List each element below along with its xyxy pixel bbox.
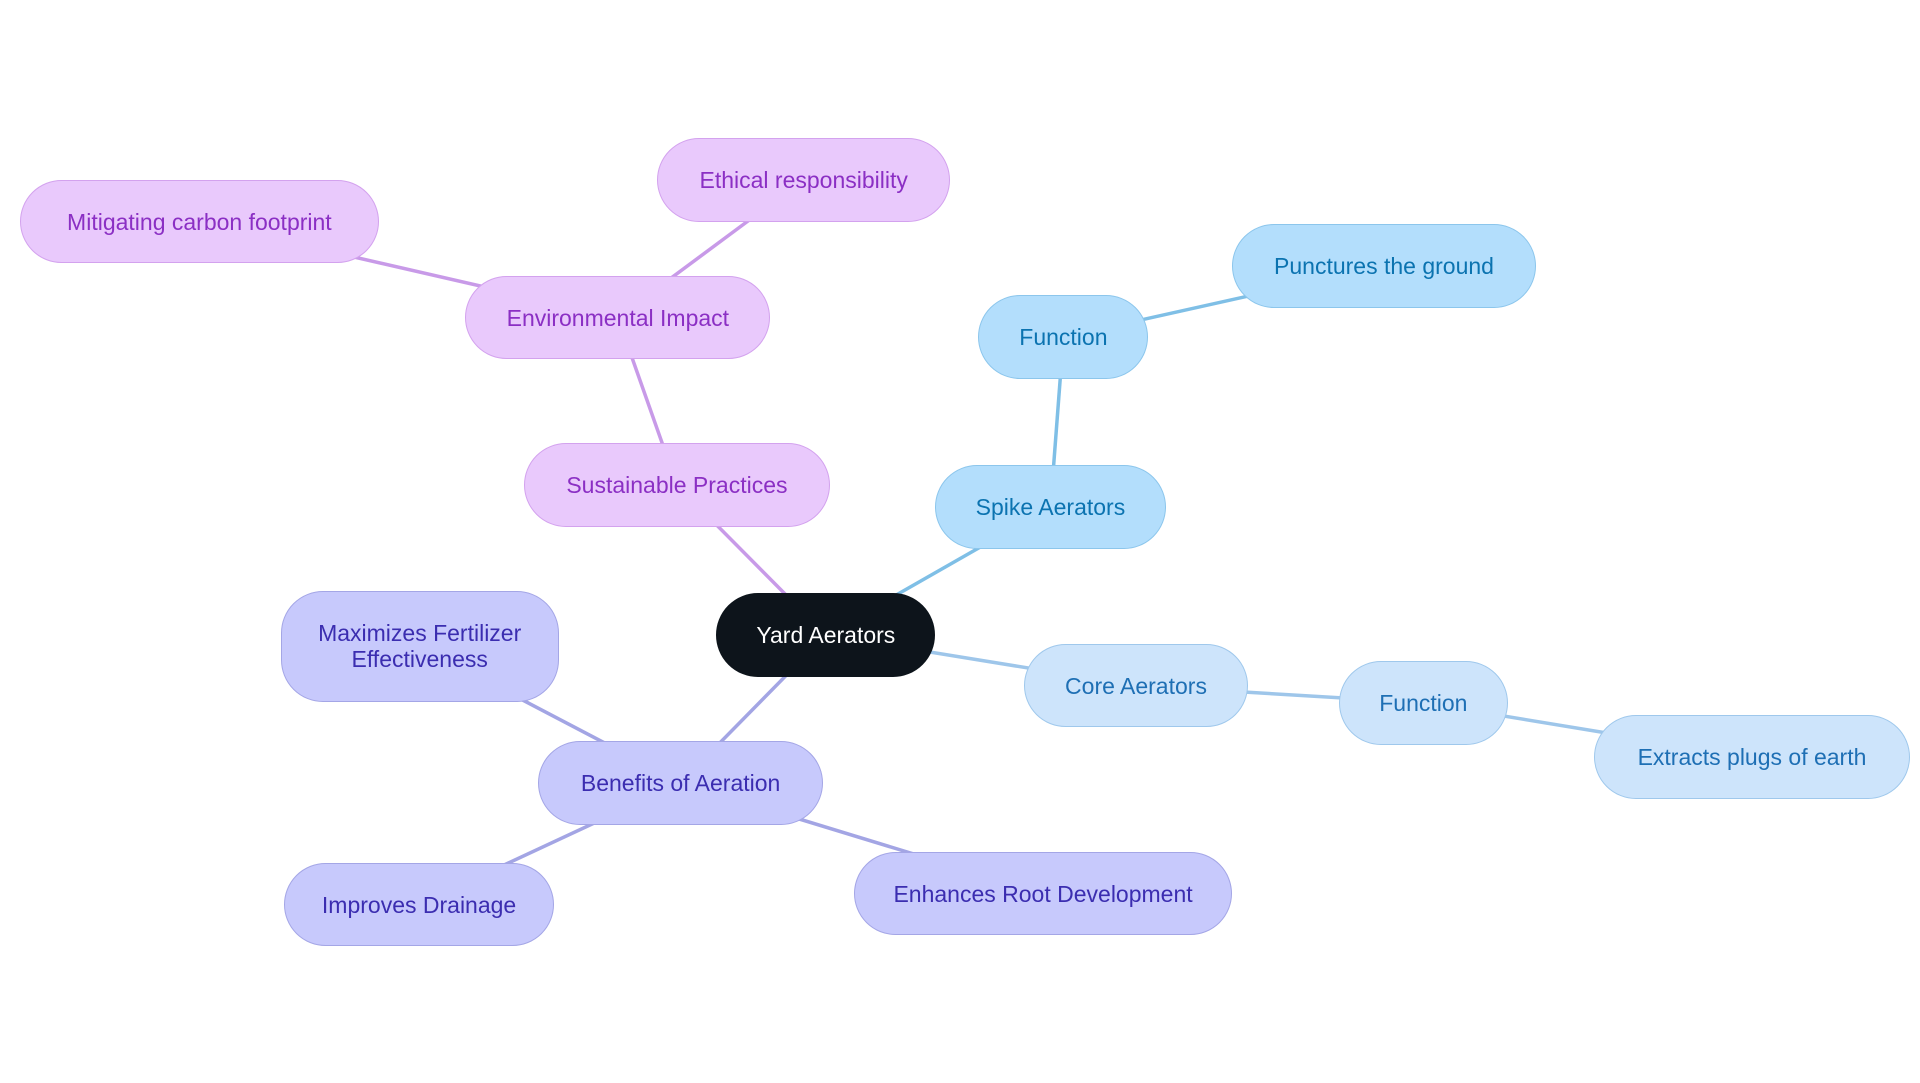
node-environmental-impact[interactable]: Environmental Impact bbox=[465, 275, 771, 360]
node-enhances-root-development[interactable]: Enhances Root Development bbox=[854, 851, 1232, 936]
node-spike-function[interactable]: Function bbox=[978, 295, 1149, 380]
node-improves-drainage[interactable]: Improves Drainage bbox=[284, 862, 554, 947]
node-extracts-plugs[interactable]: Extracts plugs of earth bbox=[1593, 715, 1911, 799]
node-core-function[interactable]: Function bbox=[1339, 660, 1508, 745]
node-spike-aerators[interactable]: Spike Aerators bbox=[935, 465, 1166, 549]
node-yard-aerators[interactable]: Yard Aerators bbox=[716, 593, 936, 677]
node-ethical-responsibility[interactable]: Ethical responsibility bbox=[657, 137, 951, 222]
node-benefits-of-aeration[interactable]: Benefits of Aeration bbox=[537, 740, 824, 825]
node-mitigating-carbon[interactable]: Mitigating carbon footprint bbox=[19, 179, 380, 264]
node-core-aerators[interactable]: Core Aerators bbox=[1024, 643, 1248, 728]
mind-map-canvas: Yard Aerators Sustainable Practices Envi… bbox=[0, 0, 1920, 1083]
node-punctures-ground[interactable]: Punctures the ground bbox=[1232, 224, 1536, 308]
node-sustainable-practices[interactable]: Sustainable Practices bbox=[524, 443, 830, 527]
node-maximizes-fertilizer[interactable]: Maximizes Fertilizer Effectiveness bbox=[280, 590, 559, 702]
